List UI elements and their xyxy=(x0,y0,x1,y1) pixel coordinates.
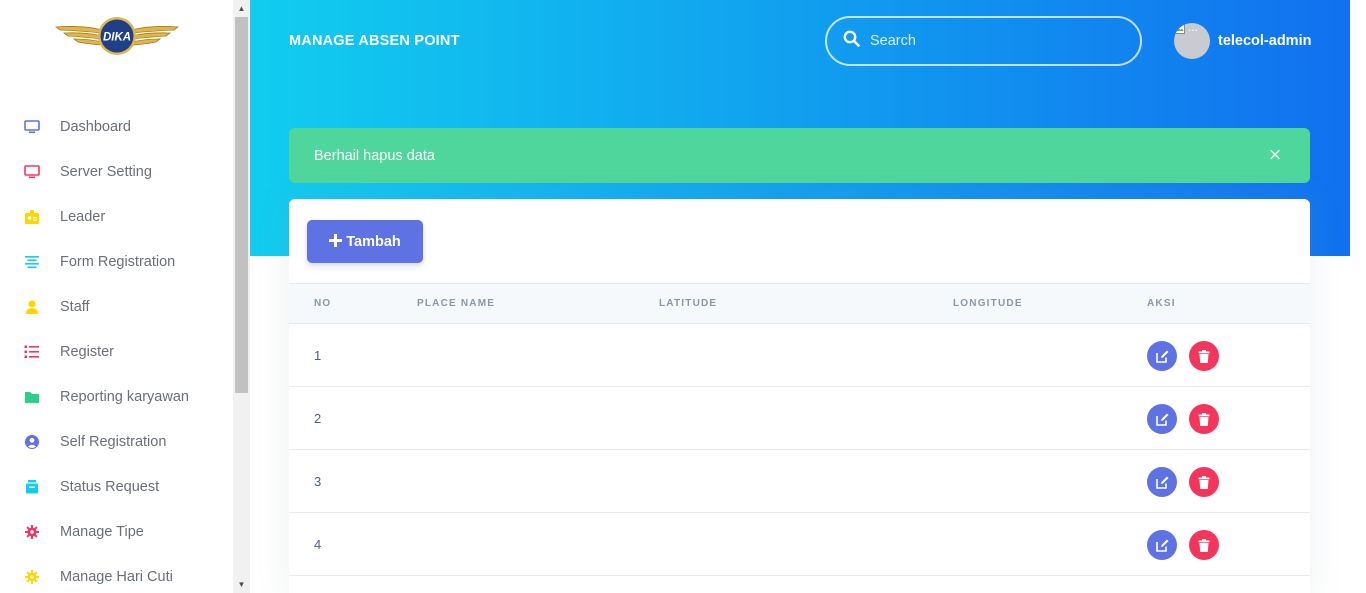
plus-icon xyxy=(329,232,343,252)
archive-icon xyxy=(24,479,40,495)
avatar-alt-text: ... xyxy=(1188,23,1199,34)
page-title: MANAGE ABSEN POINT xyxy=(289,33,460,49)
sidebar-item-label: Server Setting xyxy=(60,163,152,180)
username[interactable]: telecol-admin xyxy=(1218,33,1311,49)
sidebar-scrollbar[interactable]: ▲ ▼ xyxy=(233,0,250,593)
badge-icon xyxy=(24,209,40,225)
avatar[interactable]: ... xyxy=(1174,23,1210,59)
column-header-latitude: LATITUDE xyxy=(659,298,718,309)
sidebar-item-label: Manage Tipe xyxy=(60,523,144,540)
delete-button[interactable] xyxy=(1189,530,1219,560)
trash-icon xyxy=(1198,412,1210,426)
sidebar-item-register[interactable]: Register xyxy=(0,329,233,374)
trash-icon xyxy=(1198,349,1210,363)
sidebar-item-label: Self Registration xyxy=(60,433,167,450)
scrollbar-thumb[interactable] xyxy=(235,17,248,393)
user-icon xyxy=(24,299,40,315)
broken-image-icon xyxy=(1174,23,1186,38)
cell-no: 1 xyxy=(314,348,322,363)
table-row: 2 xyxy=(289,387,1310,450)
column-header-no: NO xyxy=(314,298,332,309)
sidebar-item-label: Register xyxy=(60,343,114,360)
trash-icon xyxy=(1198,538,1210,552)
sidebar-item-leader[interactable]: Leader xyxy=(0,194,233,239)
sidebar-item-manage-tipe[interactable]: Manage Tipe xyxy=(0,509,233,554)
sidebar-item-label: Leader xyxy=(60,208,106,225)
edit-button[interactable] xyxy=(1147,404,1177,434)
sidebar-item-server-setting[interactable]: Server Setting xyxy=(0,149,233,194)
table-row: 1 xyxy=(289,324,1310,387)
scroll-down-arrow-icon[interactable]: ▼ xyxy=(233,576,250,593)
sidebar-nav: Dashboard Server Setting Leader Form Reg… xyxy=(0,104,233,593)
cell-no: 4 xyxy=(314,537,322,552)
edit-icon xyxy=(1155,476,1168,489)
trash-icon xyxy=(1198,475,1210,489)
edit-button[interactable] xyxy=(1147,467,1177,497)
edit-icon xyxy=(1155,350,1168,363)
search-icon xyxy=(843,30,860,52)
edit-icon xyxy=(1155,539,1168,552)
delete-button[interactable] xyxy=(1189,404,1219,434)
cell-no: 2 xyxy=(314,411,322,426)
user-circle-icon xyxy=(24,434,40,450)
sidebar-item-label: Status Request xyxy=(60,478,160,495)
dika-logo[interactable]: DIKA xyxy=(54,14,180,58)
table-row: 4 xyxy=(289,513,1310,576)
page-gutter xyxy=(1350,0,1366,593)
cell-no: 3 xyxy=(314,474,322,489)
sidebar-item-status-request[interactable]: Status Request xyxy=(0,464,233,509)
edit-icon xyxy=(1155,413,1168,426)
gear-icon xyxy=(24,569,40,585)
search-input[interactable] xyxy=(870,33,1110,49)
svg-text:DIKA: DIKA xyxy=(103,32,131,44)
close-icon[interactable]: × xyxy=(1262,142,1288,168)
sidebar-item-form-registration[interactable]: Form Registration xyxy=(0,239,233,284)
column-header-aksi: AKSI xyxy=(1147,298,1176,309)
delete-button[interactable] xyxy=(1189,467,1219,497)
delete-button[interactable] xyxy=(1189,341,1219,371)
table-header: NO PLACE NAME LATITUDE LONGITUDE AKSI xyxy=(289,283,1310,324)
sidebar-item-label: Reporting karyawan xyxy=(60,388,189,405)
sidebar: DIKA Dashboard Server Setting Leader For… xyxy=(0,0,233,593)
search-box[interactable] xyxy=(825,16,1142,66)
align-center-icon xyxy=(24,254,40,270)
edit-button[interactable] xyxy=(1147,530,1177,560)
absen-point-card: Tambah NO PLACE NAME LATITUDE LONGITUDE … xyxy=(289,199,1310,593)
sidebar-item-reporting-karyawan[interactable]: Reporting karyawan xyxy=(0,374,233,419)
list-icon xyxy=(24,344,40,360)
gear-icon xyxy=(24,524,40,540)
monitor-icon xyxy=(24,164,40,180)
column-header-longitude: LONGITUDE xyxy=(953,298,1023,309)
success-alert: Berhail hapus data × xyxy=(289,128,1310,183)
column-header-place-name: PLACE NAME xyxy=(417,298,496,309)
sidebar-item-label: Manage Hari Cuti xyxy=(60,568,173,585)
sidebar-item-label: Staff xyxy=(60,298,90,315)
sidebar-item-label: Form Registration xyxy=(60,253,176,270)
sidebar-item-label: Dashboard xyxy=(60,118,131,135)
sidebar-item-self-registration[interactable]: Self Registration xyxy=(0,419,233,464)
add-button[interactable]: Tambah xyxy=(307,220,423,263)
scroll-up-arrow-icon[interactable]: ▲ xyxy=(233,0,250,17)
edit-button[interactable] xyxy=(1147,341,1177,371)
add-button-label: Tambah xyxy=(346,233,401,250)
sidebar-item-dashboard[interactable]: Dashboard xyxy=(0,104,233,149)
alert-message: Berhail hapus data xyxy=(314,147,435,164)
sidebar-item-staff[interactable]: Staff xyxy=(0,284,233,329)
monitor-icon xyxy=(24,119,40,135)
folder-icon xyxy=(24,389,40,405)
sidebar-item-manage-hari-cuti[interactable]: Manage Hari Cuti xyxy=(0,554,233,593)
table-row: 3 xyxy=(289,450,1310,513)
